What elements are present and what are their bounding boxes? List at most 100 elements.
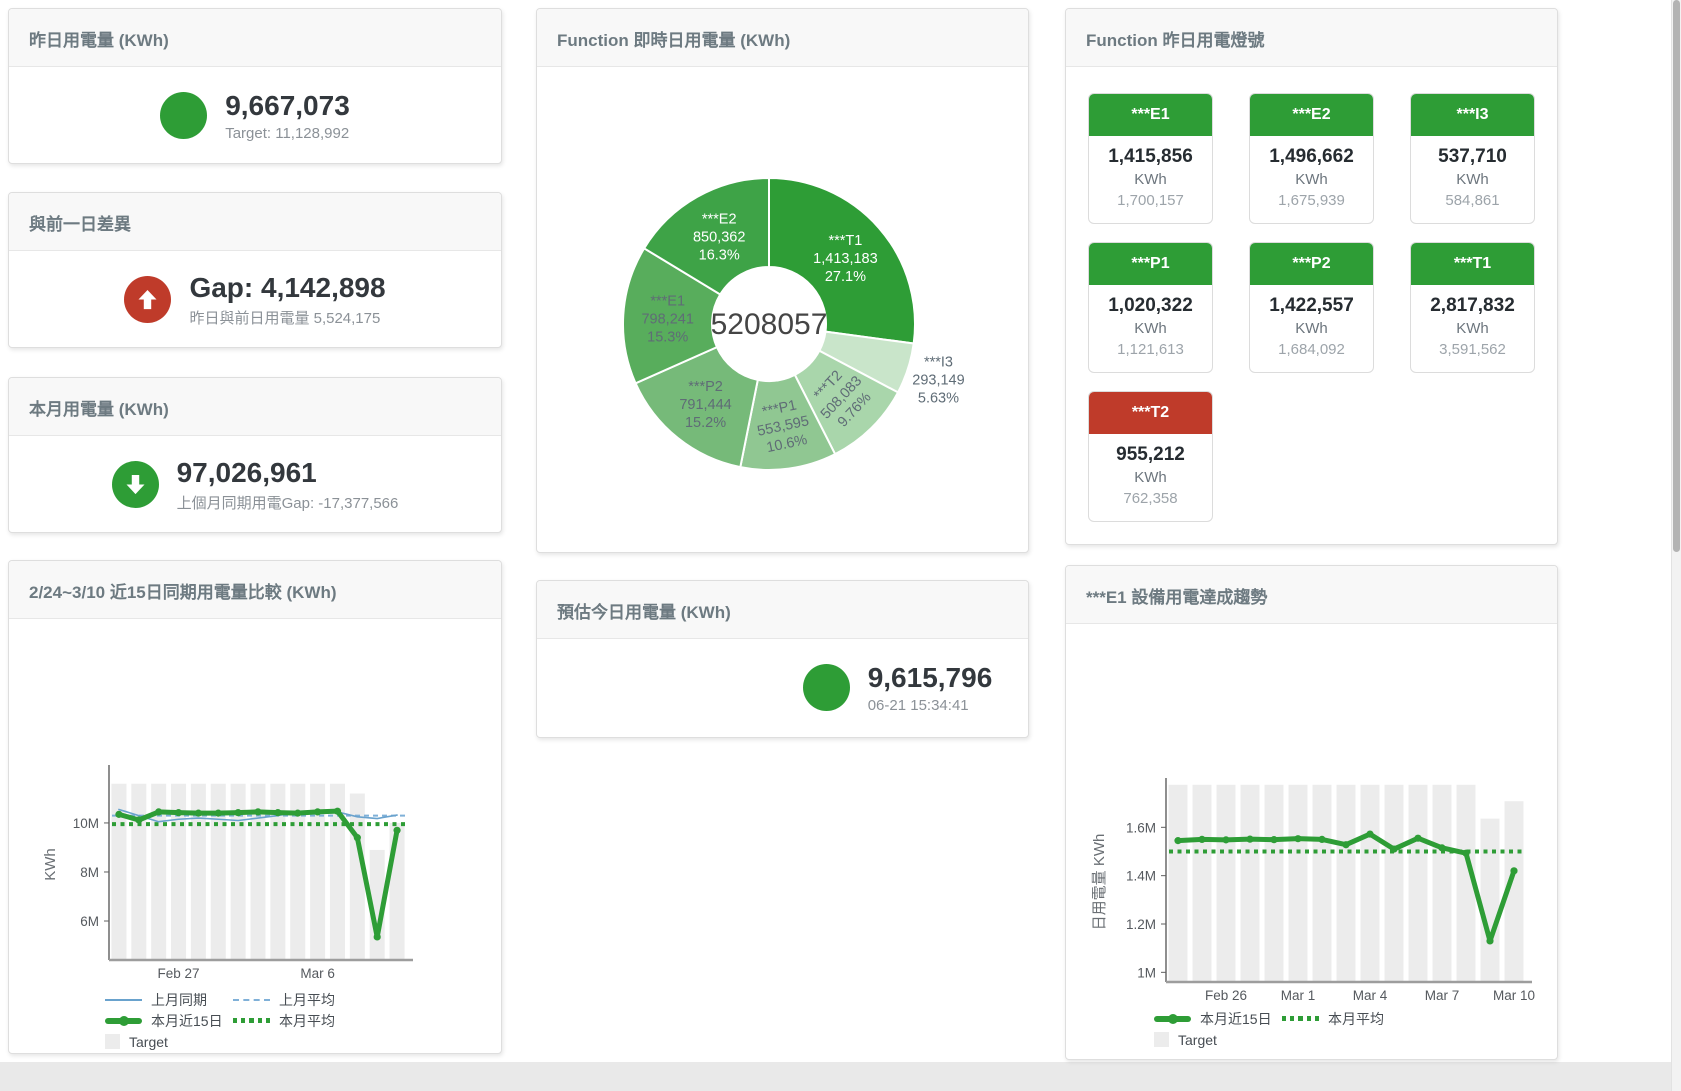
- light-tile-P2: ***P2 1,422,557KWh1,684,092: [1249, 242, 1374, 373]
- svg-text:Mar 7: Mar 7: [1425, 988, 1460, 1003]
- svg-text:27.1%: 27.1%: [825, 269, 866, 285]
- estimate-value: 9,615,796: [868, 661, 993, 695]
- tile-unit: KWh: [1093, 318, 1208, 339]
- card-title: 2/24~3/10 近15日同期用電量比較 (KWh): [9, 561, 501, 619]
- light-tile-P1: ***P1 1,020,322KWh1,121,613: [1088, 242, 1213, 373]
- svg-text:8M: 8M: [80, 865, 99, 880]
- svg-text:15.3%: 15.3%: [647, 330, 688, 346]
- svg-text:Mar 6: Mar 6: [300, 966, 335, 981]
- compare-chart[interactable]: 6M8M10MFeb 27Mar 6KWh: [9, 619, 501, 985]
- light-tile-T2: ***T2955,212KWh762,358: [1088, 391, 1213, 522]
- card-title: 昨日用電量 (KWh): [9, 9, 501, 67]
- legend-swatch-icon: [105, 1034, 120, 1049]
- tile-label: ***P1: [1089, 243, 1212, 285]
- donut-chart[interactable]: ***T11,413,18327.1%***I3293,1495.63%***T…: [537, 67, 1028, 553]
- tile-label: ***E2: [1250, 94, 1373, 136]
- day-gap-subtitle: 昨日與前日用電量 5,524,175: [189, 307, 385, 328]
- svg-text:***I3: ***I3: [924, 354, 953, 370]
- e1-trend-legend: 本月近15日本月平均 Target: [1154, 1008, 1557, 1050]
- card-title: 本月用電量 (KWh): [9, 378, 501, 436]
- svg-text:10M: 10M: [73, 816, 99, 831]
- legend-label: 上月平均: [279, 990, 335, 1010]
- card-month-usage: 本月用電量 (KWh) 97,026,961 上個月同期用電Gap: -17,3…: [8, 377, 502, 533]
- svg-text:***E2: ***E2: [702, 212, 737, 228]
- card-title: Function 即時日用電量 (KWh): [537, 9, 1028, 67]
- light-tile-T1: ***T1 2,817,832KWh3,591,562: [1410, 242, 1535, 373]
- legend-item-Target[interactable]: Target: [1154, 1032, 1282, 1048]
- svg-text:293,149: 293,149: [912, 372, 964, 388]
- svg-text:16.3%: 16.3%: [699, 248, 740, 264]
- light-tile-I3: ***I3537,710KWh584,861: [1410, 93, 1535, 224]
- svg-text:850,362: 850,362: [693, 230, 745, 246]
- tile-value: 537,710: [1415, 145, 1530, 169]
- dashboard: 昨日用電量 (KWh) 9,667,073 Target: 11,128,992…: [0, 0, 1681, 1091]
- svg-text:日用電量 KWh: 日用電量 KWh: [1091, 834, 1108, 931]
- legend-item-Target[interactable]: Target: [105, 1034, 233, 1050]
- legend-swatch-icon: [1282, 1016, 1319, 1021]
- svg-text:1.6M: 1.6M: [1126, 820, 1156, 835]
- legend-swatch-icon: [233, 1018, 270, 1023]
- yesterday-target: Target: 11,128,992: [225, 125, 350, 142]
- tile-label: ***P2: [1250, 243, 1373, 285]
- tile-value: 1,496,662: [1254, 145, 1369, 169]
- legend-label: 本月平均: [279, 1011, 335, 1031]
- legend-label: Target: [1178, 1032, 1217, 1048]
- tile-unit: KWh: [1254, 318, 1369, 339]
- estimate-timestamp: 06-21 15:34:41: [868, 697, 993, 714]
- svg-text:1,413,183: 1,413,183: [813, 251, 878, 267]
- svg-text:KWh: KWh: [42, 848, 59, 881]
- e1-trend-chart[interactable]: 1M1.2M1.4M1.6MFeb 26Mar 1Mar 4Mar 7Mar 1…: [1066, 624, 1557, 1004]
- legend-label: Target: [129, 1034, 168, 1050]
- svg-text:Feb 26: Feb 26: [1205, 988, 1247, 1003]
- legend-item-上月平均[interactable]: 上月平均: [233, 990, 361, 1010]
- month-stat: 97,026,961 上個月同期用電Gap: -17,377,566: [9, 436, 501, 533]
- scrollbar-thumb[interactable]: [1673, 0, 1680, 552]
- card-title: 與前一日差異: [9, 193, 501, 251]
- arrow-up-icon: [124, 276, 171, 323]
- tile-label: ***T1: [1411, 243, 1534, 285]
- tile-unit: KWh: [1093, 169, 1208, 190]
- legend-item-上月同期[interactable]: 上月同期: [105, 990, 233, 1010]
- tile-value: 2,817,832: [1415, 294, 1530, 318]
- yesterday-stat: 9,667,073 Target: 11,128,992: [9, 67, 501, 164]
- day-gap-stat: Gap: 4,142,898 昨日與前日用電量 5,524,175: [9, 251, 501, 348]
- compare-legend: 上月同期 上月平均本月近15日 本月平均 Target: [105, 989, 501, 1052]
- svg-text:5.63%: 5.63%: [918, 390, 959, 406]
- tile-target: 1,121,613: [1093, 339, 1208, 360]
- legend-swatch-icon: [233, 999, 270, 1001]
- arrow-down-icon: [112, 461, 159, 508]
- tile-value: 955,212: [1093, 443, 1208, 467]
- month-subtitle: 上個月同期用電Gap: -17,377,566: [177, 492, 399, 513]
- card-15day-compare: 2/24~3/10 近15日同期用電量比較 (KWh) 6M8M10MFeb 2…: [8, 560, 502, 1054]
- light-tile-E1: ***E11,415,856KWh1,700,157: [1088, 93, 1213, 224]
- tile-value: 1,422,557: [1254, 294, 1369, 318]
- svg-text:Feb 27: Feb 27: [158, 966, 200, 981]
- lights-grid: ***E11,415,856KWh1,700,157 ***E2 1,496,662…: [1066, 67, 1557, 548]
- tile-unit: KWh: [1415, 318, 1530, 339]
- card-day-gap: 與前一日差異 Gap: 4,142,898 昨日與前日用電量 5,524,175: [8, 192, 502, 348]
- legend-label: 本月近15日: [151, 1011, 223, 1031]
- tile-label: ***I3: [1411, 94, 1534, 136]
- tile-target: 1,684,092: [1254, 339, 1369, 360]
- svg-text:1.2M: 1.2M: [1126, 917, 1156, 932]
- card-e1-trend: ***E1 設備用電達成趨勢 1M1.2M1.4M1.6MFeb 26Mar 1…: [1065, 565, 1558, 1060]
- legend-swatch-icon: [105, 999, 142, 1001]
- svg-text:Mar 10: Mar 10: [1493, 988, 1535, 1003]
- legend-item-本月平均[interactable]: 本月平均: [233, 1011, 361, 1031]
- svg-text:5208057: 5208057: [711, 308, 828, 341]
- tile-value: 1,020,322: [1093, 294, 1208, 318]
- tile-target: 3,591,562: [1415, 339, 1530, 360]
- card-estimate-today: 預估今日用電量 (KWh) 9,615,796 06-21 15:34:41: [536, 580, 1029, 738]
- svg-text:Mar 4: Mar 4: [1353, 988, 1388, 1003]
- tile-unit: KWh: [1254, 169, 1369, 190]
- legend-label: 上月同期: [151, 990, 207, 1010]
- legend-item-本月近15日[interactable]: 本月近15日: [1154, 1009, 1282, 1029]
- legend-item-本月平均[interactable]: 本月平均: [1282, 1009, 1410, 1029]
- status-circle-icon: [803, 664, 850, 711]
- vertical-scrollbar[interactable]: [1671, 0, 1681, 1091]
- day-gap-value: Gap: 4,142,898: [189, 271, 385, 305]
- card-title: Function 昨日用電燈號: [1066, 9, 1557, 67]
- legend-swatch-icon: [105, 1018, 142, 1024]
- legend-item-本月近15日[interactable]: 本月近15日: [105, 1011, 233, 1031]
- card-realtime-donut: Function 即時日用電量 (KWh) ***T11,413,18327.1…: [536, 8, 1029, 553]
